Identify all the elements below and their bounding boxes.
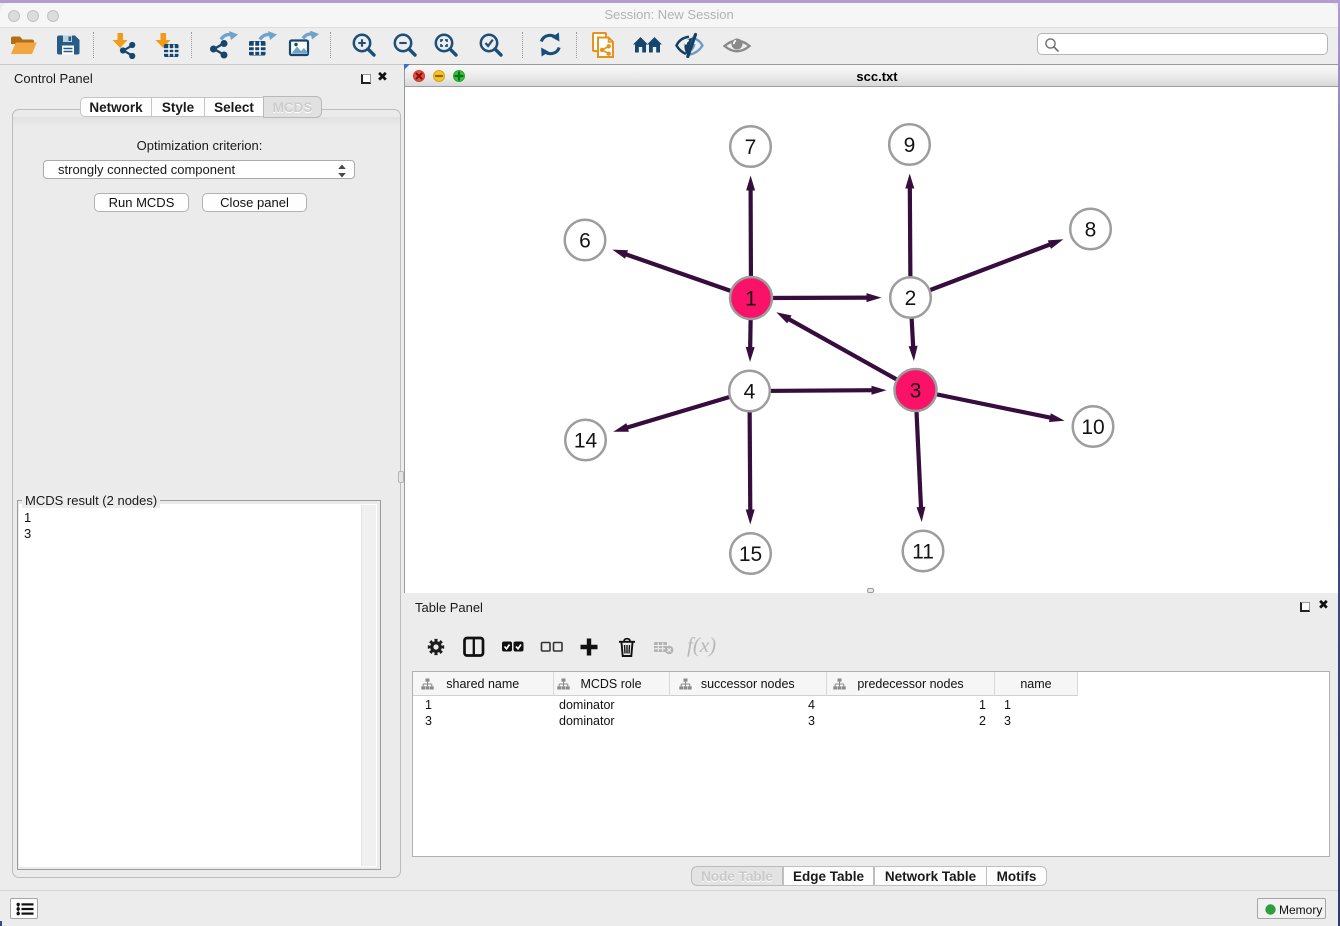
svg-text:1: 1 xyxy=(745,288,757,311)
svg-text:2: 2 xyxy=(905,287,917,310)
svg-text:10: 10 xyxy=(1081,416,1104,439)
svg-text:8: 8 xyxy=(1085,219,1097,242)
svg-text:9: 9 xyxy=(904,134,916,157)
svg-text:15: 15 xyxy=(739,543,762,566)
svg-text:7: 7 xyxy=(745,136,757,159)
svg-text:11: 11 xyxy=(912,541,934,564)
svg-text:4: 4 xyxy=(744,381,756,404)
svg-text:6: 6 xyxy=(579,230,591,253)
svg-text:14: 14 xyxy=(574,430,598,453)
svg-text:3: 3 xyxy=(910,380,922,403)
